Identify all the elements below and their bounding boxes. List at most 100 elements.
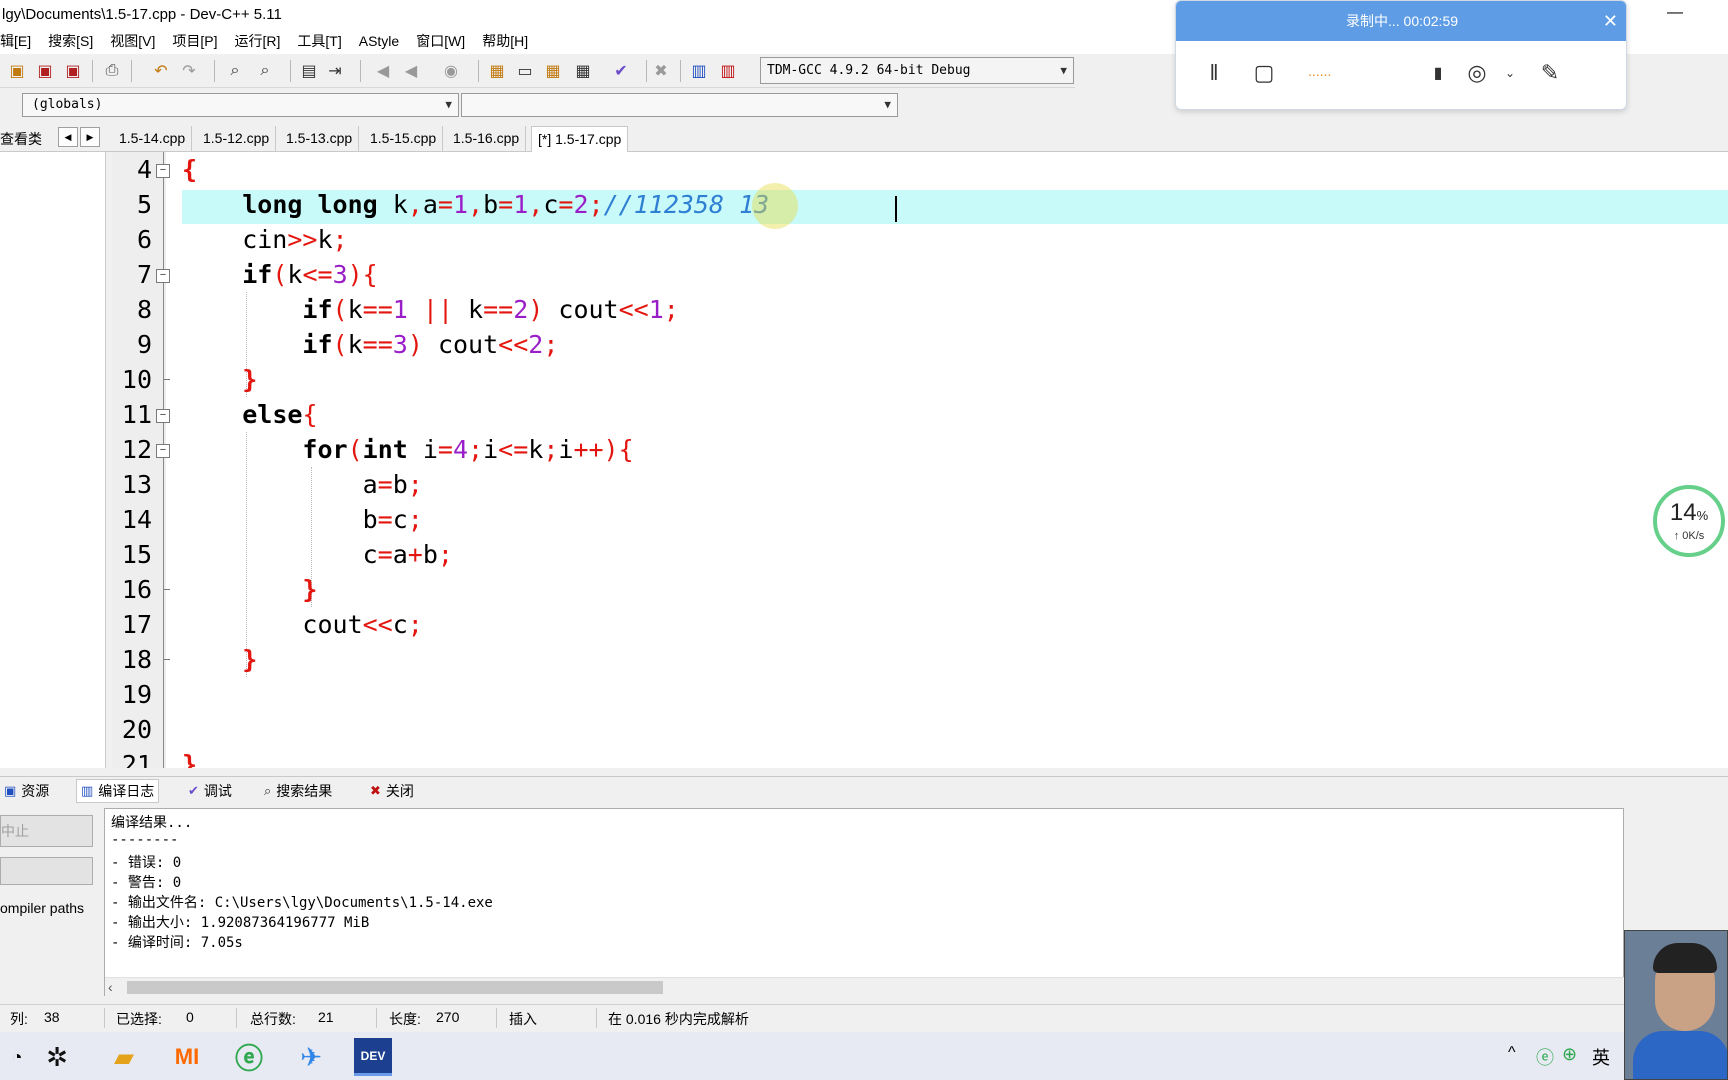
mi-app-icon[interactable]: MI: [170, 1040, 204, 1074]
input-method-label[interactable]: 英: [1592, 1044, 1610, 1070]
tab-label: 关闭: [385, 783, 414, 799]
rebuild-icon[interactable]: ▦: [572, 60, 594, 82]
scroll-left-icon[interactable]: ‹: [108, 978, 113, 996]
code-editor[interactable]: 4 5 6 7 8 9 10 11 12 13 14 15 16 17 18 1…: [112, 152, 1728, 768]
pause-icon[interactable]: ‖: [1200, 59, 1228, 87]
menu-view[interactable]: 视图[V]: [110, 31, 155, 51]
tray-expand-icon[interactable]: ^: [1508, 1044, 1516, 1062]
fold-toggle-icon[interactable]: −: [156, 444, 170, 458]
new-project-icon[interactable]: ▣: [6, 60, 28, 82]
tab-file[interactable]: 1.5-14.cpp: [113, 126, 193, 152]
check-syntax-icon[interactable]: ✔: [610, 60, 632, 82]
status-separator: [496, 1008, 497, 1028]
menu-help[interactable]: 帮助[H]: [482, 31, 528, 51]
compile-log-output[interactable]: 编译结果... -------- - 错误: 0 - 警告: 0 - 输出文件名…: [104, 808, 1625, 996]
compile-icon[interactable]: ▦: [486, 60, 508, 82]
tab-compile-log[interactable]: ▥ 编译日志: [76, 779, 160, 803]
menu-search[interactable]: 搜索[S]: [48, 31, 93, 51]
tray-plus-icon[interactable]: ⊕: [1562, 1044, 1577, 1065]
menu-edit[interactable]: 辑[E]: [0, 31, 31, 51]
abort-button[interactable]: 中止: [0, 815, 93, 847]
chevron-down-icon: ▼: [884, 98, 891, 111]
print-icon[interactable]: ⎙: [101, 60, 123, 82]
scope-select[interactable]: (globals) ▼: [22, 93, 459, 117]
code-line: b=c;: [182, 505, 423, 534]
tab-search-results[interactable]: ⌕ 搜索结果: [264, 779, 332, 803]
horizontal-scrollbar[interactable]: ‹: [105, 977, 1625, 996]
redo-icon[interactable]: ↷: [178, 60, 200, 82]
close-icon[interactable]: ✕: [1603, 1, 1618, 41]
scrollbar-thumb[interactable]: [127, 981, 663, 994]
delete-profile-icon[interactable]: ▥: [717, 60, 739, 82]
menu-tools[interactable]: 工具[T]: [297, 31, 341, 51]
menu-window[interactable]: 窗口[W]: [416, 31, 465, 51]
fold-toggle-icon[interactable]: −: [156, 409, 170, 423]
tab-close[interactable]: ✖ 关闭: [370, 779, 414, 803]
microphone-icon[interactable]: ▮: [1424, 59, 1452, 87]
chevron-down-icon[interactable]: ⌄: [1496, 59, 1524, 87]
status-separator: [596, 1008, 597, 1028]
stop-square-icon[interactable]: ▢: [1250, 59, 1278, 87]
status-lines: 21: [318, 1009, 334, 1025]
pinwheel-app-icon[interactable]: ✲: [40, 1040, 74, 1074]
back-icon[interactable]: ◀: [372, 60, 394, 82]
tab-file-active[interactable]: [*] 1.5-17.cpp: [531, 126, 629, 152]
class-browser-panel[interactable]: [0, 152, 106, 768]
code-line: if(k==1 || k==2) cout<<1;: [302, 295, 679, 324]
browser-icon[interactable]: ⓔ: [232, 1040, 266, 1074]
class-browser-label[interactable]: 查看类: [0, 129, 42, 149]
side-button[interactable]: [0, 857, 93, 885]
devcpp-app-icon[interactable]: DEV: [354, 1038, 392, 1076]
tab-debug[interactable]: ✔ 调试: [188, 779, 232, 803]
file-explorer-icon[interactable]: ▰: [107, 1040, 141, 1074]
stop-icon[interactable]: ✖: [650, 60, 672, 82]
tray-browser-icon[interactable]: ⓔ: [1536, 1044, 1554, 1070]
code-line: if(k<=3){: [242, 260, 378, 289]
replace-icon[interactable]: ⌕: [254, 60, 276, 82]
tab-file[interactable]: 1.5-15.cpp: [364, 126, 444, 152]
undo-icon[interactable]: ↶: [150, 60, 172, 82]
forward-icon[interactable]: ◀: [400, 60, 422, 82]
line-number: 10: [121, 365, 152, 394]
tab-scroll-right-icon[interactable]: ▶: [80, 127, 100, 147]
run-icon[interactable]: ▭: [514, 60, 536, 82]
search-icon: ⌕: [264, 783, 272, 798]
compiler-select[interactable]: TDM-GCC 4.9.2 64-bit Debug ▼: [760, 57, 1074, 84]
tab-resources[interactable]: ▣ 资源: [4, 779, 49, 803]
pen-icon[interactable]: ✎: [1536, 59, 1564, 87]
status-len: 270: [436, 1009, 460, 1025]
screen: lgy\Documents\1.5-17.cpp - Dev-C++ 5.11 …: [0, 0, 1728, 1080]
tab-scroll-left-icon[interactable]: ◀: [58, 127, 78, 147]
menu-project[interactable]: 项目[P]: [172, 31, 217, 51]
webcam-icon[interactable]: ◎: [1463, 59, 1491, 87]
profile-icon[interactable]: ▥: [688, 60, 710, 82]
fold-end-marker: [164, 379, 170, 380]
fold-toggle-icon[interactable]: −: [156, 269, 170, 283]
tab-file[interactable]: 1.5-16.cpp: [447, 126, 527, 152]
resources-icon: ▣: [4, 783, 17, 798]
fold-toggle-icon[interactable]: −: [156, 164, 170, 178]
goto-line-icon[interactable]: ⇥: [324, 60, 346, 82]
compile-run-icon[interactable]: ▦: [542, 60, 564, 82]
menu-astyle[interactable]: AStyle: [359, 33, 399, 49]
toolbar-separator: [360, 60, 361, 82]
goto-icon[interactable]: ▤: [298, 60, 320, 82]
bird-app-icon[interactable]: ✈: [294, 1040, 328, 1074]
tab-file[interactable]: 1.5-12.cpp: [197, 126, 277, 152]
start-circle-icon[interactable]: ◔: [0, 1040, 34, 1074]
line-number: 7: [136, 260, 152, 289]
member-select[interactable]: ▼: [461, 93, 898, 117]
close-file-icon[interactable]: ▣: [34, 60, 56, 82]
minimize-icon[interactable]: —: [1665, 0, 1685, 28]
close-all-icon[interactable]: ▣: [62, 60, 84, 82]
code-line: }: [242, 365, 258, 394]
line-number: 6: [136, 225, 152, 254]
compiler-paths-label[interactable]: ompiler paths: [0, 900, 84, 916]
line-number: 11: [121, 400, 152, 429]
bookmark-icon[interactable]: ◉: [440, 60, 462, 82]
tab-file[interactable]: 1.5-13.cpp: [280, 126, 360, 152]
network-gauge[interactable]: 14% ↑ 0K/s: [1653, 485, 1725, 557]
find-icon[interactable]: ⌕: [224, 60, 246, 82]
line-number: 14: [121, 505, 152, 534]
menu-run[interactable]: 运行[R]: [235, 31, 281, 51]
